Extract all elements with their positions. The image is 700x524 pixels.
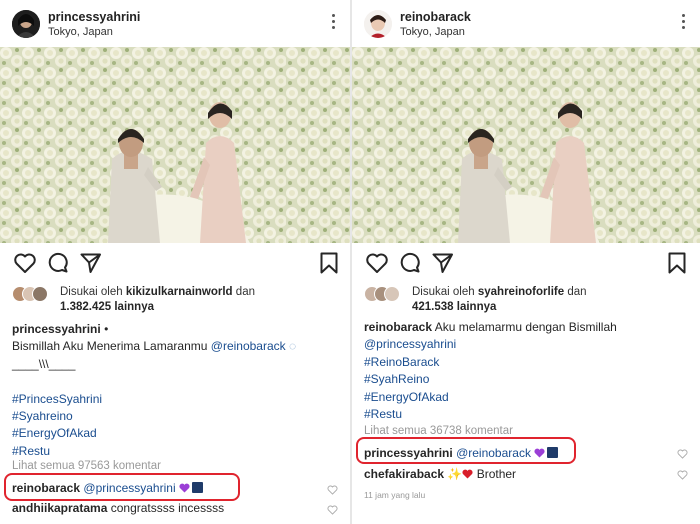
comment-author[interactable]: andhiikapratama [12, 501, 107, 515]
liked-by-user[interactable]: syahreinoforlife [478, 286, 564, 298]
comment-icon[interactable] [45, 250, 71, 276]
post-caption: reinobarack Aku melamarmu dengan Bismill… [364, 319, 690, 423]
comment-icon[interactable] [397, 250, 423, 276]
post-reinobarack: reinobarack Tokyo, Japan Disukai oleh sy… [352, 0, 700, 524]
hashtag[interactable]: #SyahReino [364, 371, 690, 388]
post-photo[interactable] [352, 47, 700, 243]
caption-author[interactable]: reinobarack [364, 320, 432, 334]
hashtag[interactable]: #Restu [12, 443, 340, 460]
post-header: reinobarack Tokyo, Japan [352, 0, 700, 46]
comment-text: Brother [476, 467, 517, 481]
liked-by-prefix: Disukai oleh [412, 286, 475, 298]
caption-bullet: • [104, 322, 109, 336]
caption-line2: ____\\\____ [12, 356, 76, 371]
caption-text: Bismillah Aku Menerima Lamaranmu [12, 339, 208, 354]
liked-by-user[interactable]: kikizulkarnainworld [126, 286, 233, 298]
view-all-comments[interactable]: Lihat semua 97563 komentar [12, 460, 161, 472]
avatar[interactable] [364, 10, 392, 38]
post-timestamp: 11 jam yang lalu [364, 490, 426, 500]
heart-icon[interactable] [677, 470, 688, 480]
highlight-box [356, 437, 576, 464]
liked-by-and: dan [235, 286, 255, 298]
heart-icon[interactable] [327, 505, 338, 515]
caption-text: Aku melamarmu dengan Bismillah [434, 320, 617, 334]
post-location[interactable]: Tokyo, Japan [48, 26, 113, 38]
heart-icon[interactable] [677, 449, 688, 459]
post-username[interactable]: princessyahrini [48, 10, 140, 24]
caption-mention[interactable]: @reinobarack [211, 339, 286, 353]
more-vertical-icon[interactable] [332, 14, 336, 32]
heart-icon[interactable] [327, 485, 338, 495]
hashtag[interactable]: #EnergyOfAkad [12, 425, 340, 442]
post-header: princessyahrini Tokyo, Japan [0, 0, 350, 46]
liked-by-line: Disukai oleh syahreinoforlife dan [412, 286, 587, 298]
bookmark-icon[interactable] [664, 250, 690, 276]
bookmark-icon[interactable] [316, 250, 342, 276]
post-username[interactable]: reinobarack [400, 10, 471, 24]
heart-icon[interactable] [364, 250, 390, 276]
post-caption: princessyahrini • Bismillah Aku Menerima… [12, 321, 340, 460]
heart-icon[interactable] [12, 250, 38, 276]
party-emoji: ✨ [447, 467, 463, 481]
hashtag[interactable]: #Syahreino [12, 408, 340, 425]
post-photo[interactable] [0, 47, 350, 243]
red-heart-icon [462, 469, 473, 479]
likes-summary[interactable]: Disukai oleh syahreinoforlife dan 421.53… [352, 284, 700, 318]
liker-avatars [12, 286, 52, 302]
liker-avatars [364, 286, 404, 302]
more-vertical-icon[interactable] [682, 14, 686, 32]
send-icon[interactable] [78, 250, 104, 276]
avatar[interactable] [12, 10, 40, 38]
highlight-box [4, 473, 240, 501]
hashtag[interactable]: #Restu [364, 406, 690, 423]
ring-emoji: ◌ [289, 339, 297, 354]
likes-count[interactable]: 1.382.425 lainnya [60, 301, 154, 313]
hashtag[interactable]: #ReinoBarack [364, 354, 690, 371]
view-all-comments[interactable]: Lihat semua 36738 komentar [364, 425, 513, 437]
post-actions [0, 250, 350, 280]
comment-author[interactable]: chefakiraback [364, 467, 444, 481]
likes-count[interactable]: 421.538 lainnya [412, 301, 496, 313]
caption-author[interactable]: princessyahrini [12, 322, 101, 336]
liked-by-line: Disukai oleh kikizulkarnainworld dan [60, 286, 255, 298]
post-location[interactable]: Tokyo, Japan [400, 26, 465, 38]
comment-text: congratssss incessss [110, 501, 225, 515]
post-actions [352, 250, 700, 280]
liked-by-and: dan [567, 286, 587, 298]
hashtag[interactable]: #PrincesSyahrini [12, 391, 340, 408]
likes-summary[interactable]: Disukai oleh kikizulkarnainworld dan 1.3… [0, 284, 350, 318]
liked-by-prefix: Disukai oleh [60, 286, 123, 298]
send-icon[interactable] [430, 250, 456, 276]
post-princessyahrini: princessyahrini Tokyo, Japan Disukai ole… [0, 0, 350, 524]
comment-row: andhiikapratama congratssss incessss [12, 501, 340, 515]
caption-mention[interactable]: @princessyahrini [364, 336, 690, 353]
hashtag[interactable]: #EnergyOfAkad [364, 389, 690, 406]
comment-row: chefakiraback ✨ Brother [364, 467, 690, 481]
